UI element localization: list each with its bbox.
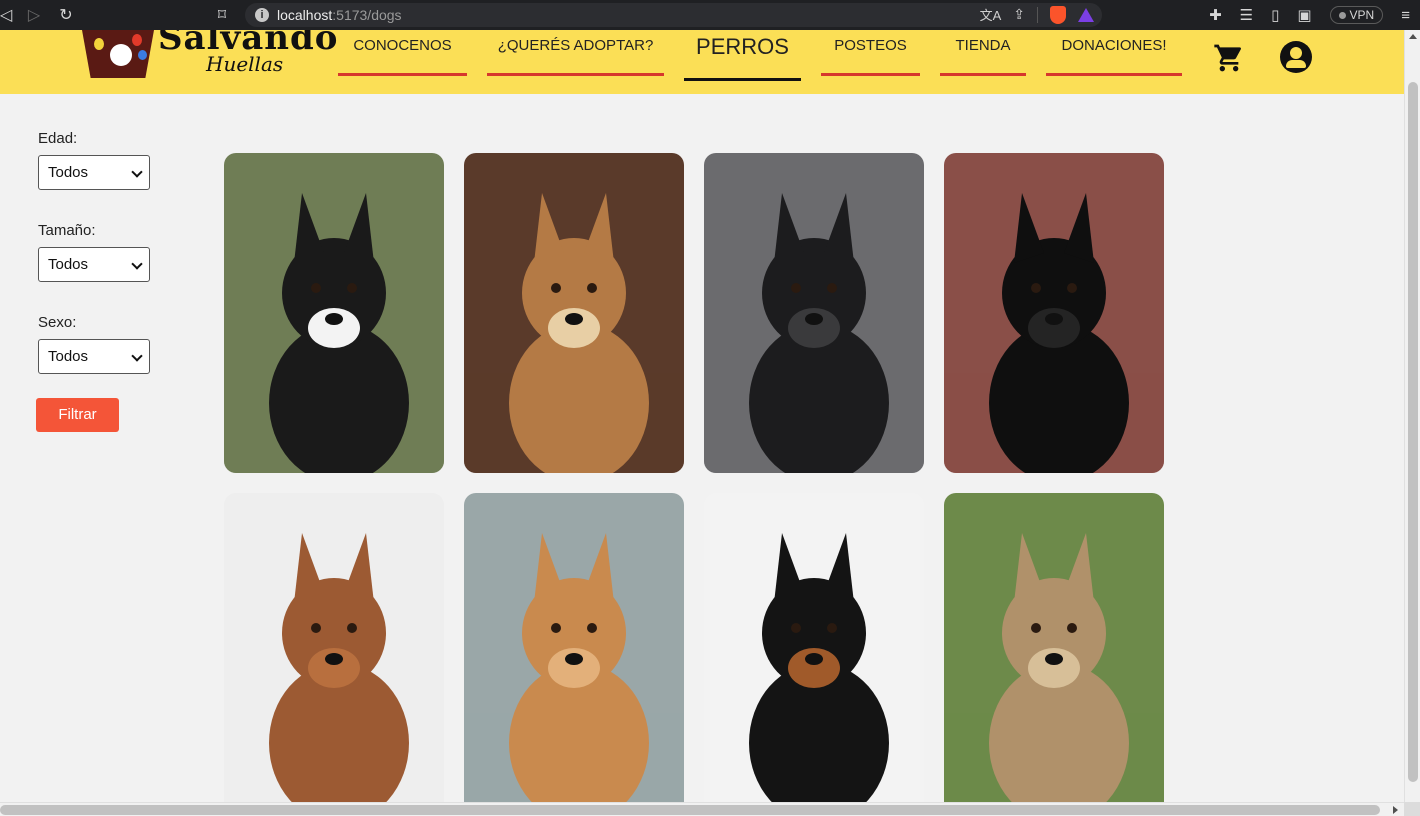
age-select[interactable]: Todos <box>38 155 150 190</box>
vpn-button[interactable]: VPN <box>1329 6 1384 24</box>
filter-button[interactable]: Filtrar <box>36 397 119 432</box>
dog-card[interactable] <box>944 153 1164 473</box>
dog-card[interactable] <box>944 493 1164 802</box>
dog-card[interactable] <box>224 153 444 473</box>
site-header: Salvando Huellas CONOCENOS ¿QUERÉS ADOPT… <box>0 30 1404 94</box>
bookmark-icon[interactable]: ⌑ <box>208 1 236 29</box>
wallet-icon[interactable]: ▣ <box>1297 6 1311 24</box>
dog-card[interactable] <box>704 493 924 802</box>
menu-icon[interactable]: ≡ <box>1401 7 1410 24</box>
sex-select-value: Todos <box>48 348 89 365</box>
sex-label: Sexo: <box>38 314 77 331</box>
dog-card[interactable] <box>464 493 684 802</box>
forward-icon[interactable]: ▷ <box>20 1 48 29</box>
url-path: :5173/dogs <box>332 7 402 23</box>
vertical-scroll-thumb[interactable] <box>1408 82 1418 782</box>
size-select-value: Todos <box>48 256 89 273</box>
user-account-icon[interactable] <box>1280 41 1312 73</box>
share-icon[interactable]: ⇪ <box>1013 6 1025 23</box>
browser-toolbar: ◁ ▷ ↻ ⌑ i localhost:5173/dogs 文A ⇪ ✚ ☰ ▯… <box>0 0 1420 30</box>
nav-tienda[interactable]: TIENDA <box>940 30 1026 76</box>
back-icon[interactable]: ◁ <box>0 1 20 29</box>
sidebar-icon[interactable]: ▯ <box>1271 6 1279 24</box>
site-logo[interactable]: Salvando Huellas <box>78 30 337 82</box>
playlist-icon[interactable]: ☰ <box>1240 6 1253 24</box>
vpn-label: VPN <box>1349 8 1375 22</box>
sex-select[interactable]: Todos <box>38 339 150 374</box>
nav-queres-adoptar[interactable]: ¿QUERÉS ADOPTAR? <box>487 30 664 76</box>
dog-card[interactable] <box>224 493 444 802</box>
page: Salvando Huellas CONOCENOS ¿QUERÉS ADOPT… <box>0 30 1404 802</box>
scroll-up-icon[interactable] <box>1409 34 1417 39</box>
url-host: localhost <box>277 7 333 23</box>
reload-icon[interactable]: ↻ <box>52 1 80 29</box>
separator <box>1037 6 1038 23</box>
size-label: Tamaño: <box>38 222 96 239</box>
dog-card[interactable] <box>464 153 684 473</box>
brave-shields-icon[interactable] <box>1050 5 1066 24</box>
dog-photo <box>464 153 684 473</box>
scroll-right-icon[interactable] <box>1393 806 1398 814</box>
chevron-down-icon <box>131 166 143 178</box>
dog-photo <box>464 493 684 802</box>
horizontal-scroll-thumb[interactable] <box>0 805 1380 815</box>
age-select-value: Todos <box>48 164 89 181</box>
dog-photo <box>944 493 1164 802</box>
translate-icon[interactable]: 文A <box>980 5 1002 24</box>
nav-conocenos[interactable]: CONOCENOS <box>338 30 467 76</box>
site-info-icon[interactable]: i <box>255 8 269 22</box>
vpn-status-icon <box>1338 11 1346 19</box>
chevron-down-icon <box>131 350 143 362</box>
vertical-scrollbar[interactable] <box>1404 30 1420 802</box>
age-label: Edad: <box>38 130 78 147</box>
scroll-corner <box>1404 802 1420 816</box>
paw-logo-icon <box>82 30 154 78</box>
address-bar[interactable]: i localhost:5173/dogs 文A ⇪ <box>245 3 1102 27</box>
dog-photo <box>944 153 1164 473</box>
filter-panel: Edad: Todos Tamaño: Todos Sexo: Todos Fi… <box>36 130 196 432</box>
nav-posteos[interactable]: POSTEOS <box>821 30 920 76</box>
nav-perros[interactable]: PERROS <box>684 30 801 81</box>
size-select[interactable]: Todos <box>38 247 150 282</box>
dog-photo <box>224 153 444 473</box>
dog-photo <box>224 493 444 802</box>
cart-icon[interactable] <box>1212 42 1246 74</box>
nav-donaciones[interactable]: DONACIONES! <box>1046 30 1182 76</box>
extensions-icon[interactable]: ✚ <box>1209 6 1222 24</box>
chevron-down-icon <box>131 258 143 270</box>
logo-subtitle: Huellas <box>206 52 284 76</box>
horizontal-scrollbar[interactable] <box>0 802 1404 816</box>
brave-rewards-icon[interactable] <box>1078 7 1094 22</box>
dog-photo <box>704 493 924 802</box>
dog-photo <box>704 153 924 473</box>
dog-card[interactable] <box>704 153 924 473</box>
